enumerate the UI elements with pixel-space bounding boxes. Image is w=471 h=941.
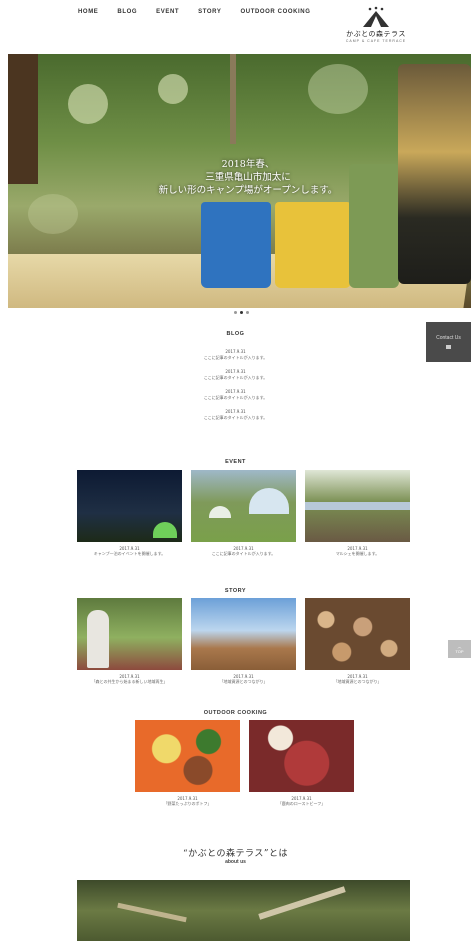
blog-item-title: ここに記事のタイトルが入ります。 [203,375,268,380]
event-item-title: ここに記事のタイトルが入ります。 [211,551,276,556]
story-card[interactable]: 2017.9.31 「地域資源とのつながり」 [305,598,410,685]
blog-item-title: ここに記事のタイトルが入ります。 [203,415,268,420]
about-title: “かぶとの森テラス”とは [183,849,288,859]
about-subtitle: about us [225,859,246,865]
hero-tree [8,54,38,184]
event-photo-tents [191,470,296,542]
story-item-title: 「地域資源とのつながり」 [219,679,268,684]
story-card[interactable]: 2017.9.31 「地域資源とのつながり」 [191,598,296,685]
event-card[interactable]: 2017.9.31 マルシェを開催します。 [305,470,410,557]
event-photo-night-camp [77,470,182,542]
blog-item[interactable]: 2017.9.31 ここに記事のタイトルが入ります。 [0,389,471,401]
back-to-top-label: TOP [455,649,464,654]
site-logo[interactable]: かぶとの森テラス CAMP & CAFE TERRACE [334,6,418,46]
blog-item[interactable]: 2017.9.31 ここに記事のタイトルが入ります。 [0,349,471,361]
event-item-title: マルシェを開催します。 [335,551,380,556]
hero-line2: 三重県亀山市加太に [205,172,291,183]
hero-post [230,54,236,144]
hero-bokeh [158,74,188,104]
nav-story[interactable]: STORY [198,9,221,15]
hero-bokeh [68,84,108,124]
event-title: EVENT [225,459,246,465]
cooking-item-title: 「野菜たっぷりのポトフ」 [163,801,212,806]
cooking-item-title: 「鹿肉のローストビーフ」 [277,801,326,806]
hero-line1: 2018年春、 [221,159,275,170]
nav-event[interactable]: EVENT [156,9,179,15]
hero-line3: 新しい形のキャンプ場がオープンします。 [158,185,338,196]
cooking-title: OUTDOOR COOKING [203,710,268,716]
hero-green-bottle [349,164,399,288]
cooking-card[interactable]: 2017.9.31 「野菜たっぷりのポトフ」 [135,720,240,807]
event-photo-marche [305,470,410,542]
hero-bokeh [308,64,368,114]
logo-name: かぶとの森テラス [346,30,406,38]
about-photo-forest [77,880,410,941]
story-item-title: 「森との共生から始まる新しい地域再生」 [91,679,168,684]
hero-lantern [398,64,471,284]
nav-blog[interactable]: BLOG [117,9,137,15]
story-item-title: 「地域資源とのつながり」 [333,679,382,684]
cooking-photo-potofu [135,720,240,792]
nav-outdoor-cooking[interactable]: OUTDOOR COOKING [241,9,311,15]
main-nav: HOME BLOG EVENT STORY OUTDOOR COOKING [78,9,311,15]
story-card[interactable]: 2017.9.31 「森との共生から始まる新しい地域再生」 [77,598,182,685]
slider-dots [234,311,249,314]
story-photo-man [77,598,182,670]
slider-dot-active[interactable] [240,311,243,314]
event-item-title: キャンプ一泊のイベントを開催します。 [93,551,166,556]
event-card[interactable]: 2017.9.31 キャンプ一泊のイベントを開催します。 [77,470,182,557]
blog-title: BLOG [226,331,245,337]
blog-item[interactable]: 2017.9.31 ここに記事のタイトルが入ります。 [0,409,471,421]
blog-item[interactable]: 2017.9.31 ここに記事のタイトルが入ります。 [0,369,471,381]
hero-yellow-mug [275,202,351,288]
logo-sub: CAMP & CAFE TERRACE [345,39,407,43]
mountain-logo-icon [363,6,389,27]
story-photo-lumber [191,598,296,670]
cooking-photo-venison [249,720,354,792]
slider-dot[interactable] [246,311,249,314]
blog-list: 2017.9.31 ここに記事のタイトルが入ります。 2017.9.31 ここに… [0,349,471,429]
slider-dot[interactable] [234,311,237,314]
story-title: STORY [224,588,247,594]
blog-item-title: ここに記事のタイトルが入ります。 [203,355,268,360]
hero-caption: 2018年春、 三重県亀山市加太に 新しい形のキャンプ場がオープンします。 [148,158,348,197]
cooking-card[interactable]: 2017.9.31 「鹿肉のローストビーフ」 [249,720,354,807]
blog-item-title: ここに記事のタイトルが入ります。 [203,395,268,400]
hero-blue-mug [201,202,271,288]
back-to-top-button[interactable]: ︿ TOP [448,640,471,658]
hero-slider: 2018年春、 三重県亀山市加太に 新しい形のキャンプ場がオープンします。 [8,54,471,308]
hero-bokeh [28,194,78,234]
event-card[interactable]: 2017.9.31 ここに記事のタイトルが入ります。 [191,470,296,557]
nav-home[interactable]: HOME [78,9,98,15]
story-photo-logs [305,598,410,670]
